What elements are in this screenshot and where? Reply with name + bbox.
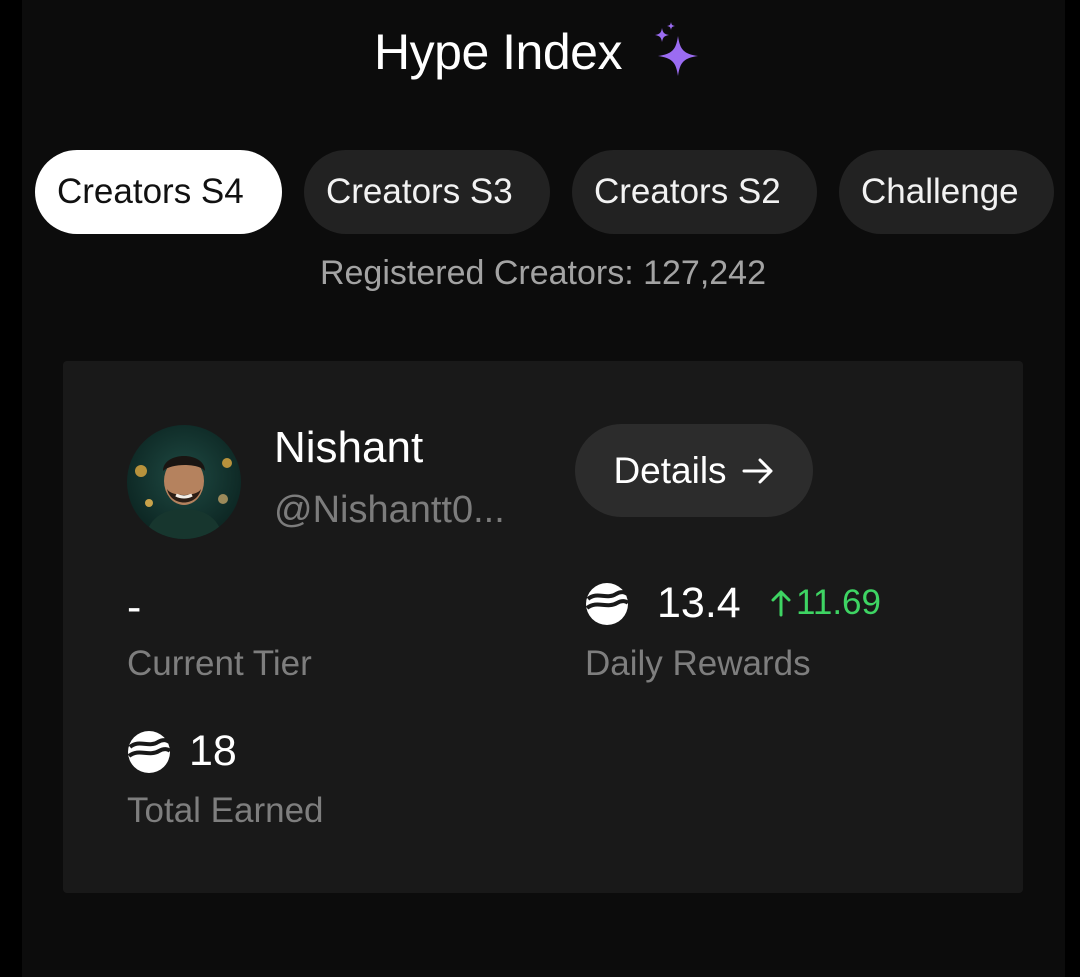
current-tier-value: - <box>127 583 142 631</box>
daily-rewards-change: 11.69 <box>770 583 881 623</box>
creator-name: Nishant <box>274 423 424 472</box>
tab-creators-s3[interactable]: Creators S3 <box>304 150 550 234</box>
arrow-up-icon <box>771 590 791 617</box>
tab-challenge[interactable]: Challenge <box>839 150 1054 234</box>
avatar <box>127 425 241 539</box>
header: Hype Index <box>0 12 1080 92</box>
current-tier-label: Current Tier <box>127 644 312 683</box>
token-coin-icon <box>127 730 171 773</box>
total-earned-value: 18 <box>189 727 237 775</box>
tab-creators-s4[interactable]: Creators S4 <box>35 150 282 234</box>
daily-rewards-delta: 11.69 <box>796 583 881 622</box>
token-coin-icon <box>585 582 629 625</box>
details-button[interactable]: Details <box>575 424 813 517</box>
sparkle-icon <box>654 22 698 76</box>
season-tabs: Creators S4 Creators S3 Creators S2 Chal… <box>35 150 1054 234</box>
tab-creators-s2[interactable]: Creators S2 <box>572 150 817 234</box>
daily-rewards-label: Daily Rewards <box>585 644 811 683</box>
daily-rewards-value-row: 13.4 <box>585 579 741 628</box>
avatar-image <box>127 425 241 539</box>
page-title: Hype Index <box>374 24 622 80</box>
creator-handle: @Nishantt0... <box>274 489 505 531</box>
registered-creators-count: Registered Creators: 127,242 <box>319 254 767 292</box>
daily-rewards-value: 13.4 <box>657 579 741 627</box>
total-earned-label: Total Earned <box>127 791 324 830</box>
creator-card: Nishant @Nishantt0... Details - Current … <box>63 361 1023 893</box>
arrow-right-icon <box>742 458 773 483</box>
details-button-label: Details <box>613 449 727 491</box>
total-earned-value-row: 18 <box>127 727 237 776</box>
